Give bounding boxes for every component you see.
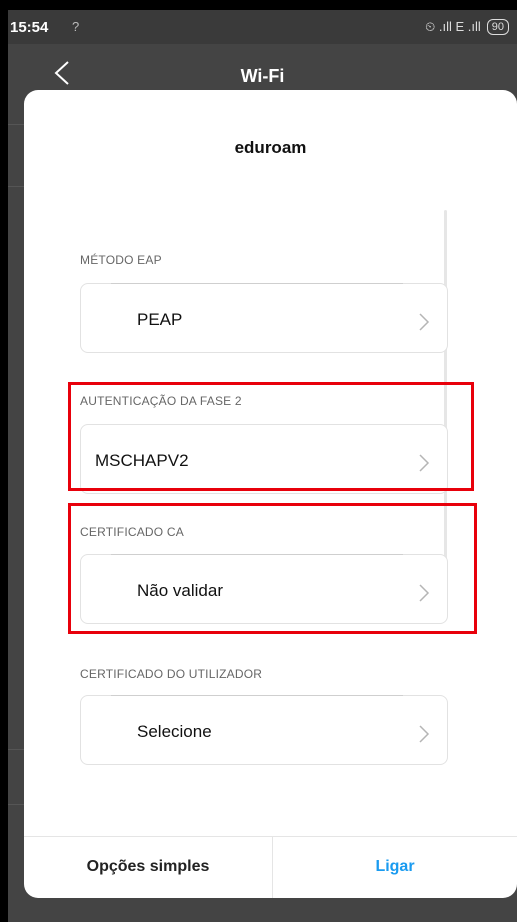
- eap-method-label: MÉTODO EAP: [80, 253, 162, 267]
- divider: [111, 283, 403, 284]
- eap-method-selector[interactable]: PEAP: [80, 283, 448, 353]
- highlight-box-ca-certificate: [68, 503, 477, 634]
- user-certificate-label: CERTIFICADO DO UTILIZADOR: [80, 667, 263, 681]
- connect-button[interactable]: Ligar: [273, 836, 517, 898]
- battery-icon: 90: [486, 19, 509, 35]
- status-bar: 15:54 ? ⏲ .ıll E .ıll 90: [8, 10, 517, 44]
- chevron-right-icon: [419, 725, 430, 743]
- user-certificate-value: Selecione: [137, 722, 212, 741]
- status-time: 15:54: [10, 19, 49, 36]
- highlight-box-phase2: [68, 382, 474, 491]
- simple-options-button[interactable]: Opções simples: [24, 836, 272, 898]
- page-title: Wi-Fi: [240, 66, 285, 86]
- wifi-status-icon: ?: [72, 19, 80, 34]
- eap-method-value: PEAP: [137, 310, 183, 329]
- user-certificate-selector[interactable]: Selecione: [80, 695, 448, 765]
- eap-settings-dialog: eduroam MÉTODO EAP PEAP AUTENTICAÇÃO DA …: [24, 90, 517, 898]
- divider: [111, 695, 403, 696]
- chevron-right-icon: [419, 313, 430, 331]
- network-name-title: eduroam: [234, 138, 307, 157]
- signal-indicators: ⏲ .ıll E .ıll: [425, 19, 481, 34]
- status-indicators: ⏲ .ıll E .ıll 90: [425, 19, 509, 35]
